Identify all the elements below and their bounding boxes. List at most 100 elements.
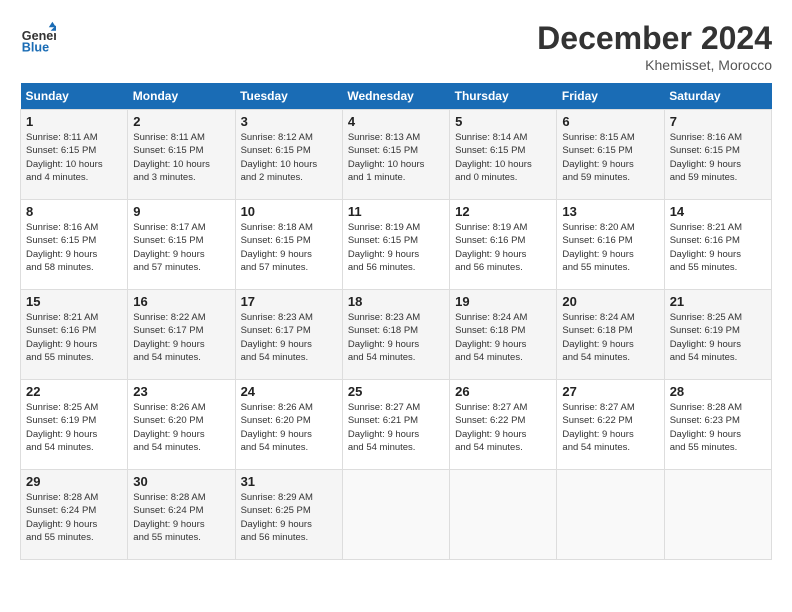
day-number: 28 xyxy=(670,384,766,399)
calendar-cell: 5 Sunrise: 8:14 AMSunset: 6:15 PMDaylight… xyxy=(450,110,557,200)
day-detail: Sunrise: 8:26 AMSunset: 6:20 PMDaylight:… xyxy=(133,401,229,454)
calendar-cell: 19 Sunrise: 8:24 AMSunset: 6:18 PMDayligh… xyxy=(450,290,557,380)
calendar-cell: 29 Sunrise: 8:28 AMSunset: 6:24 PMDayligh… xyxy=(21,470,128,560)
calendar-week-4: 22 Sunrise: 8:25 AMSunset: 6:19 PMDayligh… xyxy=(21,380,772,470)
day-detail: Sunrise: 8:16 AMSunset: 6:15 PMDaylight:… xyxy=(26,221,122,274)
header-cell-sunday: Sunday xyxy=(21,83,128,110)
header-cell-thursday: Thursday xyxy=(450,83,557,110)
calendar-cell: 20 Sunrise: 8:24 AMSunset: 6:18 PMDayligh… xyxy=(557,290,664,380)
day-detail: Sunrise: 8:11 AMSunset: 6:15 PMDaylight:… xyxy=(133,131,229,184)
calendar-cell: 23 Sunrise: 8:26 AMSunset: 6:20 PMDayligh… xyxy=(128,380,235,470)
day-number: 19 xyxy=(455,294,551,309)
day-number: 10 xyxy=(241,204,337,219)
calendar-cell: 6 Sunrise: 8:15 AMSunset: 6:15 PMDaylight… xyxy=(557,110,664,200)
day-detail: Sunrise: 8:12 AMSunset: 6:15 PMDaylight:… xyxy=(241,131,337,184)
calendar-week-3: 15 Sunrise: 8:21 AMSunset: 6:16 PMDayligh… xyxy=(21,290,772,380)
day-detail: Sunrise: 8:14 AMSunset: 6:15 PMDaylight:… xyxy=(455,131,551,184)
calendar-cell: 22 Sunrise: 8:25 AMSunset: 6:19 PMDayligh… xyxy=(21,380,128,470)
day-number: 16 xyxy=(133,294,229,309)
day-number: 5 xyxy=(455,114,551,129)
calendar-cell xyxy=(557,470,664,560)
calendar-table: SundayMondayTuesdayWednesdayThursdayFrid… xyxy=(20,83,772,560)
calendar-cell: 3 Sunrise: 8:12 AMSunset: 6:15 PMDaylight… xyxy=(235,110,342,200)
day-number: 26 xyxy=(455,384,551,399)
day-detail: Sunrise: 8:24 AMSunset: 6:18 PMDaylight:… xyxy=(562,311,658,364)
month-title: December 2024 xyxy=(537,20,772,57)
calendar-cell: 21 Sunrise: 8:25 AMSunset: 6:19 PMDayligh… xyxy=(664,290,771,380)
day-number: 11 xyxy=(348,204,444,219)
day-number: 13 xyxy=(562,204,658,219)
calendar-cell: 1 Sunrise: 8:11 AMSunset: 6:15 PMDaylight… xyxy=(21,110,128,200)
calendar-cell: 11 Sunrise: 8:19 AMSunset: 6:15 PMDayligh… xyxy=(342,200,449,290)
calendar-cell: 12Sunrise: 8:19 AMSunset: 6:16 PMDayligh… xyxy=(450,200,557,290)
day-detail: Sunrise: 8:23 AMSunset: 6:17 PMDaylight:… xyxy=(241,311,337,364)
calendar-cell: 13 Sunrise: 8:20 AMSunset: 6:16 PMDayligh… xyxy=(557,200,664,290)
day-number: 1 xyxy=(26,114,122,129)
calendar-cell: 24 Sunrise: 8:26 AMSunset: 6:20 PMDayligh… xyxy=(235,380,342,470)
day-number: 14 xyxy=(670,204,766,219)
calendar-week-2: 8 Sunrise: 8:16 AMSunset: 6:15 PMDaylight… xyxy=(21,200,772,290)
calendar-week-5: 29 Sunrise: 8:28 AMSunset: 6:24 PMDayligh… xyxy=(21,470,772,560)
calendar-cell xyxy=(342,470,449,560)
day-detail: Sunrise: 8:21 AMSunset: 6:16 PMDaylight:… xyxy=(26,311,122,364)
day-number: 8 xyxy=(26,204,122,219)
day-number: 29 xyxy=(26,474,122,489)
day-detail: Sunrise: 8:15 AMSunset: 6:15 PMDaylight:… xyxy=(562,131,658,184)
day-detail: Sunrise: 8:20 AMSunset: 6:16 PMDaylight:… xyxy=(562,221,658,274)
day-detail: Sunrise: 8:25 AMSunset: 6:19 PMDaylight:… xyxy=(670,311,766,364)
day-detail: Sunrise: 8:24 AMSunset: 6:18 PMDaylight:… xyxy=(455,311,551,364)
day-number: 2 xyxy=(133,114,229,129)
day-number: 6 xyxy=(562,114,658,129)
calendar-cell: 17 Sunrise: 8:23 AMSunset: 6:17 PMDayligh… xyxy=(235,290,342,380)
day-number: 7 xyxy=(670,114,766,129)
day-number: 17 xyxy=(241,294,337,309)
calendar-cell: 9Sunrise: 8:17 AMSunset: 6:15 PMDaylight… xyxy=(128,200,235,290)
header-cell-monday: Monday xyxy=(128,83,235,110)
day-detail: Sunrise: 8:19 AMSunset: 6:15 PMDaylight:… xyxy=(348,221,444,274)
day-number: 24 xyxy=(241,384,337,399)
day-detail: Sunrise: 8:27 AMSunset: 6:22 PMDaylight:… xyxy=(562,401,658,454)
calendar-cell: 18Sunrise: 8:23 AMSunset: 6:18 PMDayligh… xyxy=(342,290,449,380)
day-number: 15 xyxy=(26,294,122,309)
calendar-cell: 30Sunrise: 8:28 AMSunset: 6:24 PMDayligh… xyxy=(128,470,235,560)
day-detail: Sunrise: 8:28 AMSunset: 6:24 PMDaylight:… xyxy=(133,491,229,544)
day-detail: Sunrise: 8:21 AMSunset: 6:16 PMDaylight:… xyxy=(670,221,766,274)
header-row: SundayMondayTuesdayWednesdayThursdayFrid… xyxy=(21,83,772,110)
day-number: 22 xyxy=(26,384,122,399)
day-number: 25 xyxy=(348,384,444,399)
day-number: 12 xyxy=(455,204,551,219)
day-detail: Sunrise: 8:28 AMSunset: 6:24 PMDaylight:… xyxy=(26,491,122,544)
calendar-cell xyxy=(664,470,771,560)
day-number: 31 xyxy=(241,474,337,489)
day-detail: Sunrise: 8:18 AMSunset: 6:15 PMDaylight:… xyxy=(241,221,337,274)
header-cell-wednesday: Wednesday xyxy=(342,83,449,110)
calendar-cell: 2 Sunrise: 8:11 AMSunset: 6:15 PMDaylight… xyxy=(128,110,235,200)
day-number: 20 xyxy=(562,294,658,309)
calendar-cell: 26 Sunrise: 8:27 AMSunset: 6:22 PMDayligh… xyxy=(450,380,557,470)
day-detail: Sunrise: 8:16 AMSunset: 6:15 PMDaylight:… xyxy=(670,131,766,184)
page-header: General Blue December 2024 Khemisset, Mo… xyxy=(20,20,772,73)
day-detail: Sunrise: 8:11 AMSunset: 6:15 PMDaylight:… xyxy=(26,131,122,184)
title-block: December 2024 Khemisset, Morocco xyxy=(537,20,772,73)
svg-text:Blue: Blue xyxy=(22,41,49,55)
calendar-cell: 7 Sunrise: 8:16 AMSunset: 6:15 PMDaylight… xyxy=(664,110,771,200)
day-number: 23 xyxy=(133,384,229,399)
location: Khemisset, Morocco xyxy=(537,57,772,73)
day-detail: Sunrise: 8:13 AMSunset: 6:15 PMDaylight:… xyxy=(348,131,444,184)
calendar-cell: 31 Sunrise: 8:29 AMSunset: 6:25 PMDayligh… xyxy=(235,470,342,560)
calendar-cell: 4 Sunrise: 8:13 AMSunset: 6:15 PMDaylight… xyxy=(342,110,449,200)
calendar-cell: 10 Sunrise: 8:18 AMSunset: 6:15 PMDayligh… xyxy=(235,200,342,290)
day-detail: Sunrise: 8:27 AMSunset: 6:22 PMDaylight:… xyxy=(455,401,551,454)
calendar-cell: 8 Sunrise: 8:16 AMSunset: 6:15 PMDaylight… xyxy=(21,200,128,290)
day-detail: Sunrise: 8:29 AMSunset: 6:25 PMDaylight:… xyxy=(241,491,337,544)
header-cell-friday: Friday xyxy=(557,83,664,110)
day-number: 21 xyxy=(670,294,766,309)
calendar-cell: 28Sunrise: 8:28 AMSunset: 6:23 PMDayligh… xyxy=(664,380,771,470)
day-number: 3 xyxy=(241,114,337,129)
calendar-cell: 25Sunrise: 8:27 AMSunset: 6:21 PMDayligh… xyxy=(342,380,449,470)
day-detail: Sunrise: 8:26 AMSunset: 6:20 PMDaylight:… xyxy=(241,401,337,454)
day-detail: Sunrise: 8:22 AMSunset: 6:17 PMDaylight:… xyxy=(133,311,229,364)
day-number: 4 xyxy=(348,114,444,129)
day-detail: Sunrise: 8:25 AMSunset: 6:19 PMDaylight:… xyxy=(26,401,122,454)
calendar-week-1: 1 Sunrise: 8:11 AMSunset: 6:15 PMDaylight… xyxy=(21,110,772,200)
